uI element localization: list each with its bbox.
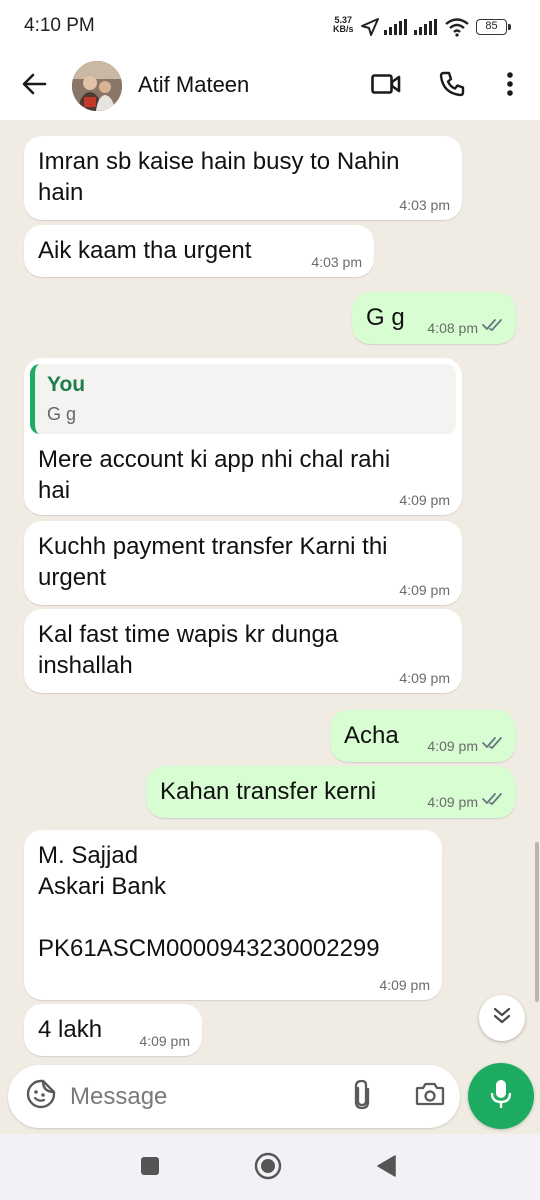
message-input[interactable] xyxy=(70,1080,330,1114)
message-bubble-incoming[interactable]: M. Sajjad Askari Bank PK61ASCM0000943230… xyxy=(24,830,442,1000)
camera-button[interactable] xyxy=(410,1078,450,1114)
status-time: 4:10 PM xyxy=(24,15,95,36)
message-text: Mere account ki app nhi chal rahi hai xyxy=(38,446,391,504)
message-meta: 4:09 pm xyxy=(427,736,504,755)
back-nav-button[interactable] xyxy=(370,1152,402,1184)
scrollbar[interactable] xyxy=(535,842,539,1002)
message-text: 4 lakh xyxy=(38,1016,103,1043)
system-navigation-bar xyxy=(0,1134,540,1200)
video-call-button[interactable] xyxy=(366,66,406,106)
message-bubble-incoming[interactable]: Kal fast time wapis kr dunga inshallah 4… xyxy=(24,609,462,693)
read-receipt-icon xyxy=(482,792,504,811)
network-speed-unit: KB/s xyxy=(333,24,354,34)
message-bubble-incoming[interactable]: 4 lakh 4:09 pm xyxy=(24,1004,202,1056)
emoji-sticker-icon xyxy=(26,1079,56,1114)
more-options-button[interactable] xyxy=(490,66,530,106)
message-text: Imran sb kaise hain busy to Nahin hain xyxy=(38,148,400,206)
message-bubble-incoming[interactable]: Imran sb kaise hain busy to Nahin hain 4… xyxy=(24,136,462,220)
message-meta: 4:09 pm xyxy=(399,582,450,598)
battery-level: 85 xyxy=(485,20,498,32)
camera-icon xyxy=(415,1081,445,1112)
message-meta: 4:09 pm xyxy=(399,670,450,686)
message-time: 4:09 pm xyxy=(139,1033,190,1049)
message-bubble-incoming-reply[interactable]: You G g Mere account ki app nhi chal rah… xyxy=(24,358,462,515)
attach-button[interactable] xyxy=(344,1078,380,1114)
message-time: 4:09 pm xyxy=(379,977,430,993)
back-button[interactable] xyxy=(14,66,54,106)
recents-button[interactable] xyxy=(134,1152,166,1184)
quoted-message[interactable]: You G g xyxy=(30,364,456,434)
location-arrow-icon xyxy=(360,17,380,42)
home-circle-icon xyxy=(254,1152,282,1185)
microphone-icon xyxy=(488,1078,514,1115)
avatar[interactable] xyxy=(72,61,122,111)
signal-icon xyxy=(414,19,440,40)
more-options-icon xyxy=(506,71,514,102)
emoji-button[interactable] xyxy=(24,1079,58,1113)
message-time: 4:09 pm xyxy=(399,582,450,598)
contact-name[interactable]: Atif Mateen xyxy=(138,72,249,98)
message-time: 4:03 pm xyxy=(399,197,450,213)
message-text: G g xyxy=(366,304,405,331)
message-bubble-outgoing[interactable]: Kahan transfer kerni 4:09 pm xyxy=(146,766,516,818)
message-meta: 4:09 pm xyxy=(379,977,430,993)
chat-header: Atif Mateen xyxy=(0,52,540,120)
signal-icon xyxy=(384,19,410,40)
message-meta: 4:08 pm xyxy=(427,318,504,337)
back-arrow-icon xyxy=(21,72,47,101)
scroll-to-bottom-button[interactable] xyxy=(479,995,525,1041)
voice-call-button[interactable] xyxy=(432,66,472,106)
message-time: 4:09 pm xyxy=(427,793,478,810)
battery-icon: 85 xyxy=(476,19,511,35)
back-triangle-icon xyxy=(375,1154,397,1183)
message-meta: 4:03 pm xyxy=(399,197,450,213)
message-time: 4:09 pm xyxy=(399,492,450,508)
message-meta: 4:09 pm xyxy=(139,1033,190,1049)
quote-author: You xyxy=(47,373,86,396)
message-time: 4:09 pm xyxy=(399,670,450,686)
message-text: Kuchh payment transfer Karni thi urgent xyxy=(38,533,388,591)
status-bar: 4:10 PM 5.37 KB/s 85 xyxy=(0,0,540,52)
read-receipt-icon xyxy=(482,736,504,755)
message-text: Kal fast time wapis kr dunga inshallah xyxy=(38,621,339,679)
quote-text: G g xyxy=(47,404,77,424)
message-bubble-outgoing[interactable]: Acha 4:09 pm xyxy=(330,710,516,762)
message-text: Acha xyxy=(344,722,399,749)
message-bubble-outgoing[interactable]: G g 4:08 pm xyxy=(352,292,516,344)
recents-square-icon xyxy=(140,1156,160,1181)
home-button[interactable] xyxy=(252,1152,284,1184)
message-bubble-incoming[interactable]: Kuchh payment transfer Karni thi urgent … xyxy=(24,521,462,605)
message-time: 4:09 pm xyxy=(427,737,478,754)
message-bubble-incoming[interactable]: Aik kaam tha urgent 4:03 pm xyxy=(24,225,374,277)
message-meta: 4:03 pm xyxy=(311,254,362,270)
message-list[interactable]: Imran sb kaise hain busy to Nahin hain 4… xyxy=(0,120,540,1060)
message-text: Aik kaam tha urgent xyxy=(38,237,252,264)
voice-message-button[interactable] xyxy=(468,1063,534,1129)
double-chevron-down-icon xyxy=(492,1006,512,1031)
message-composer xyxy=(8,1065,460,1128)
message-time: 4:08 pm xyxy=(427,319,478,336)
message-time: 4:03 pm xyxy=(311,254,362,270)
paperclip-icon xyxy=(352,1078,372,1115)
message-meta: 4:09 pm xyxy=(427,792,504,811)
video-call-icon xyxy=(371,73,401,100)
message-text: Kahan transfer kerni xyxy=(160,778,377,805)
voice-call-icon xyxy=(439,71,465,102)
message-meta: 4:09 pm xyxy=(399,492,450,508)
network-speed: 5.37 KB/s xyxy=(333,16,354,34)
wifi-icon xyxy=(444,17,470,42)
message-text: M. Sajjad Askari Bank PK61ASCM0000943230… xyxy=(38,842,380,962)
read-receipt-icon xyxy=(482,318,504,337)
